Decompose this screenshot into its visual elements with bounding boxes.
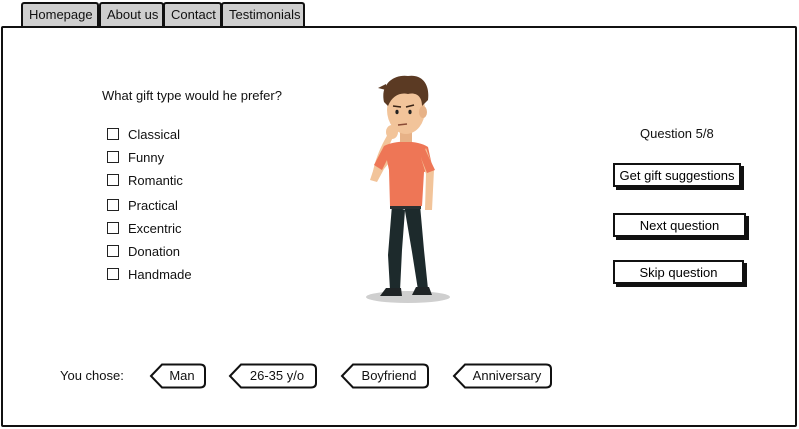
tab-label: Homepage xyxy=(29,7,93,22)
next-question-button[interactable]: Next question xyxy=(613,213,746,237)
tab-testimonials[interactable]: Testimonials xyxy=(221,2,305,28)
option-handmade[interactable]: Handmade xyxy=(107,265,192,283)
option-label: Funny xyxy=(128,149,165,165)
option-label: Classical xyxy=(128,126,181,142)
tab-about-us[interactable]: About us xyxy=(99,2,164,28)
option-funny[interactable]: Funny xyxy=(107,148,164,166)
tab-label: Contact xyxy=(171,7,216,22)
option-donation[interactable]: Donation xyxy=(107,242,180,260)
chip-label: Man xyxy=(169,368,195,383)
question-progress: Question 5/8 xyxy=(640,126,714,141)
checkbox[interactable] xyxy=(107,174,119,186)
option-excentric[interactable]: Excentric xyxy=(107,219,181,237)
chip-label: 26-35 y/o xyxy=(249,368,305,383)
checkbox[interactable] xyxy=(107,151,119,163)
checkbox[interactable] xyxy=(107,245,119,257)
quiz-question: What gift type would he prefer? xyxy=(102,88,282,103)
thinking-man-illustration xyxy=(300,70,520,310)
option-label: Romantic xyxy=(128,172,183,188)
option-label: Donation xyxy=(128,243,181,259)
checkbox[interactable] xyxy=(107,128,119,140)
tab-label: About us xyxy=(107,7,159,22)
option-label: Practical xyxy=(128,197,178,213)
checkbox[interactable] xyxy=(107,199,119,211)
option-practical[interactable]: Practical xyxy=(107,196,178,214)
option-classical[interactable]: Classical xyxy=(107,125,180,143)
option-label: Excentric xyxy=(128,220,182,236)
chip-label: Anniversary xyxy=(472,368,542,383)
page: Homepage About us Contact Testimonials W… xyxy=(0,0,799,429)
tab-label: Testimonials xyxy=(229,7,301,22)
option-romantic[interactable]: Romantic xyxy=(107,171,183,189)
chip-label: Boyfriend xyxy=(361,368,417,383)
option-label: Handmade xyxy=(128,266,192,282)
checkbox[interactable] xyxy=(107,268,119,280)
tab-contact[interactable]: Contact xyxy=(163,2,222,28)
get-gift-suggestions-button[interactable]: Get gift suggestions xyxy=(613,163,741,187)
checkbox[interactable] xyxy=(107,222,119,234)
tab-homepage[interactable]: Homepage xyxy=(21,2,99,28)
chosen-label: You chose: xyxy=(60,368,124,383)
skip-question-button[interactable]: Skip question xyxy=(613,260,744,284)
